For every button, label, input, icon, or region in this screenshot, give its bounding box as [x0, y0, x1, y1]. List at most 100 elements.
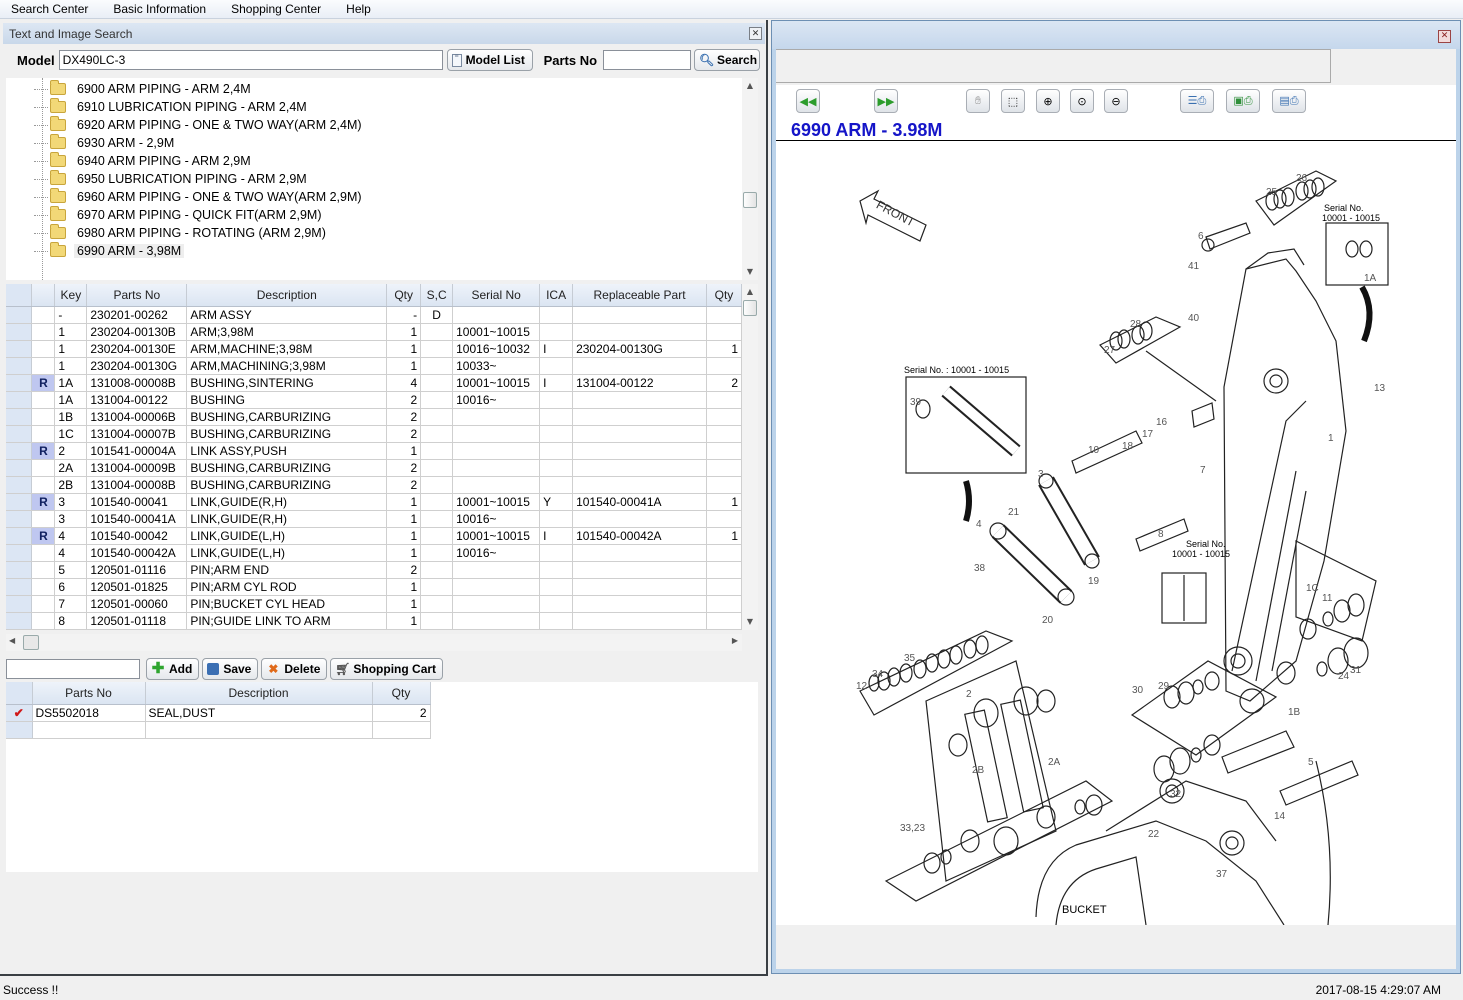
row-header[interactable]	[6, 306, 33, 324]
row-header[interactable]: ✔	[6, 704, 33, 722]
row-header[interactable]	[6, 357, 33, 375]
callout-label[interactable]: 19	[1088, 576, 1100, 587]
cart-empty-cell[interactable]	[32, 721, 146, 739]
col-replaceable-part[interactable]: Replaceable Part	[572, 284, 707, 307]
shopping-cart-button[interactable]: 🛒︎ Shopping Cart	[330, 658, 444, 680]
row-header[interactable]	[6, 510, 33, 528]
menu-shopping-center[interactable]: Shopping Center	[220, 2, 335, 16]
callout-label[interactable]: 35	[904, 653, 916, 664]
callout-label[interactable]: 2	[966, 689, 972, 700]
callout-label[interactable]: 31	[1350, 665, 1362, 676]
zoom-in-icon[interactable]: ⊕	[1036, 89, 1060, 113]
row-header[interactable]	[6, 629, 33, 630]
scroll-up-icon[interactable]: ▲	[742, 284, 758, 300]
zoom-window-icon[interactable]: ⬚	[1001, 89, 1025, 113]
callout-label[interactable]: 28	[1130, 319, 1142, 330]
search-button[interactable]: 🔍︎ Search	[694, 49, 761, 71]
row-header[interactable]	[6, 323, 33, 341]
parts-no-input[interactable]	[603, 50, 692, 70]
parts-table-row[interactable]: -230201-00262 ARM ASSY - D	[6, 306, 742, 324]
cart-empty-cell[interactable]	[372, 721, 431, 739]
callout-label[interactable]: 1C	[1306, 583, 1319, 594]
parts-table-row[interactable]: 4 101540-00042A LINK,GUIDE(L,H) 1 10016~	[6, 544, 742, 562]
row-header[interactable]	[6, 493, 33, 511]
scroll-thumb[interactable]	[743, 300, 757, 316]
row-header[interactable]	[6, 578, 33, 596]
delete-button[interactable]: ✖ Delete	[261, 658, 328, 680]
parts-table-hscroll[interactable]: ◀ ▶	[6, 634, 742, 651]
callout-label[interactable]: 4	[976, 519, 982, 530]
callout-label[interactable]: 38	[974, 563, 986, 574]
cart-empty-cell[interactable]	[145, 721, 373, 739]
parts-table-row[interactable]: 5 120501-01116 PIN;ARM END 2	[6, 561, 742, 579]
callout-label[interactable]: 26	[1296, 173, 1308, 184]
cart-col-description[interactable]: Description	[145, 682, 373, 705]
menu-search-center[interactable]: Search Center	[0, 2, 102, 16]
parts-table-row[interactable]: 8 120501-01118 PIN;GUIDE LINK TO ARM 1	[6, 612, 742, 630]
print-image-icon[interactable]: ▣⎙	[1226, 89, 1260, 113]
row-header[interactable]	[6, 425, 33, 443]
parts-table-row[interactable]: R10120501-00062APIN110001~10015Y120501-0…	[6, 629, 742, 630]
callout-label[interactable]: 1B	[1288, 707, 1301, 718]
callout-label[interactable]: 20	[1042, 615, 1054, 626]
tree-item[interactable]: 6920 ARM PIPING - ONE & TWO WAY(ARM 2,4M…	[6, 116, 365, 134]
callout-label[interactable]: 3	[1038, 469, 1044, 480]
previous-page-icon[interactable]: ◀◀	[796, 89, 820, 113]
tree-item[interactable]: 6940 ARM PIPING - ARM 2,9M	[6, 152, 254, 170]
parts-table-row[interactable]: R 4 101540-00042 LINK,GUIDE(L,H) 1 10001~1001…	[6, 527, 742, 545]
callout-label[interactable]: 34	[872, 669, 884, 680]
menu-help[interactable]: Help	[335, 2, 385, 16]
callout-label[interactable]: 5	[1308, 757, 1314, 768]
tree-item[interactable]: 6970 ARM PIPING - QUICK FIT(ARM 2,9M)	[6, 206, 325, 224]
close-icon[interactable]: ✕	[749, 27, 762, 40]
cart-col-parts-no[interactable]: Parts No	[32, 682, 146, 705]
parts-table-row[interactable]: 1B 131004-00006B BUSHING,CARBURIZING 2	[6, 408, 742, 426]
callout-label[interactable]: 7	[1200, 465, 1206, 476]
callout-label[interactable]: 40	[1188, 313, 1200, 324]
exploded-parts-diagram[interactable]: FRONT BUCKET Serial No. 10001 - 10015 Se…	[776, 141, 1456, 925]
callout-label[interactable]: 10	[1088, 445, 1100, 456]
callout-label[interactable]: 16	[1156, 417, 1168, 428]
callout-label[interactable]: 12	[856, 681, 868, 692]
col-replaceable-qty[interactable]: Qty	[706, 284, 742, 307]
parts-table-row[interactable]: R 2 101541-00004A LINK ASSY,PUSH 1	[6, 442, 742, 460]
callout-label[interactable]: 32	[1170, 789, 1182, 800]
callout-label[interactable]: 22	[1148, 829, 1160, 840]
cart-table-row[interactable]: ✔ DS5502018 SEAL,DUST 2	[6, 704, 431, 722]
model-list-button[interactable]: ≡ Model List	[446, 49, 533, 71]
callout-label[interactable]: 6	[1198, 231, 1204, 242]
tree-scrollbar[interactable]: ▲ ▼	[742, 78, 758, 280]
parts-table-row[interactable]: 2A 131004-00009B BUSHING,CARBURIZING 2	[6, 459, 742, 477]
parts-table-row[interactable]: R 3 101540-00041 LINK,GUIDE(R,H) 1 10001~1001…	[6, 493, 742, 511]
tree-item[interactable]: 6900 ARM PIPING - ARM 2,4M	[6, 80, 254, 98]
callout-label[interactable]: 21	[1008, 507, 1020, 518]
scroll-up-icon[interactable]: ▲	[742, 78, 758, 94]
callout-label[interactable]: 14	[1274, 811, 1286, 822]
parts-table-row[interactable]: 2B 131004-00008B BUSHING,CARBURIZING 2	[6, 476, 742, 494]
row-header[interactable]	[6, 595, 33, 613]
parts-table-row[interactable]: 1 230204-00130G ARM,MACHINING;3,98M 1 10033~	[6, 357, 742, 375]
row-header[interactable]	[6, 442, 33, 460]
parts-table-row[interactable]: 1 230204-00130B ARM;3,98M 1 10001~10015	[6, 323, 742, 341]
row-header[interactable]	[6, 408, 33, 426]
save-button[interactable]: Save	[202, 658, 259, 680]
cart-col-qty[interactable]: Qty	[372, 682, 431, 705]
parts-table-row[interactable]: 1 230204-00130E ARM,MACHINE;3,98M 1 10016~10…	[6, 340, 742, 358]
callout-label[interactable]: 33,23	[900, 823, 925, 834]
zoom-fit-icon[interactable]: ⊙	[1070, 89, 1094, 113]
parts-table-row[interactable]: 7 120501-00060 PIN;BUCKET CYL HEAD 1	[6, 595, 742, 613]
tree-item[interactable]: 6990 ARM - 3,98M	[6, 242, 185, 260]
parts-table-row[interactable]: 3 101540-00041A LINK,GUIDE(R,H) 1 10016~	[6, 510, 742, 528]
parts-table-row[interactable]: 6 120501-01825 PIN;ARM CYL ROD 1	[6, 578, 742, 596]
print-list-icon[interactable]: ☰⎙	[1180, 89, 1214, 113]
callout-label[interactable]: 29	[1158, 681, 1170, 692]
col-description[interactable]: Description	[186, 284, 388, 307]
callout-label[interactable]: 2B	[972, 765, 985, 776]
row-header[interactable]	[6, 721, 33, 739]
add-button[interactable]: ✚ Add	[146, 658, 200, 680]
col-ica[interactable]: ICA	[539, 284, 574, 307]
callout-label[interactable]: 17	[1142, 429, 1154, 440]
callout-label[interactable]: 30	[1132, 685, 1144, 696]
scroll-thumb[interactable]	[743, 192, 757, 208]
row-header[interactable]	[6, 544, 33, 562]
